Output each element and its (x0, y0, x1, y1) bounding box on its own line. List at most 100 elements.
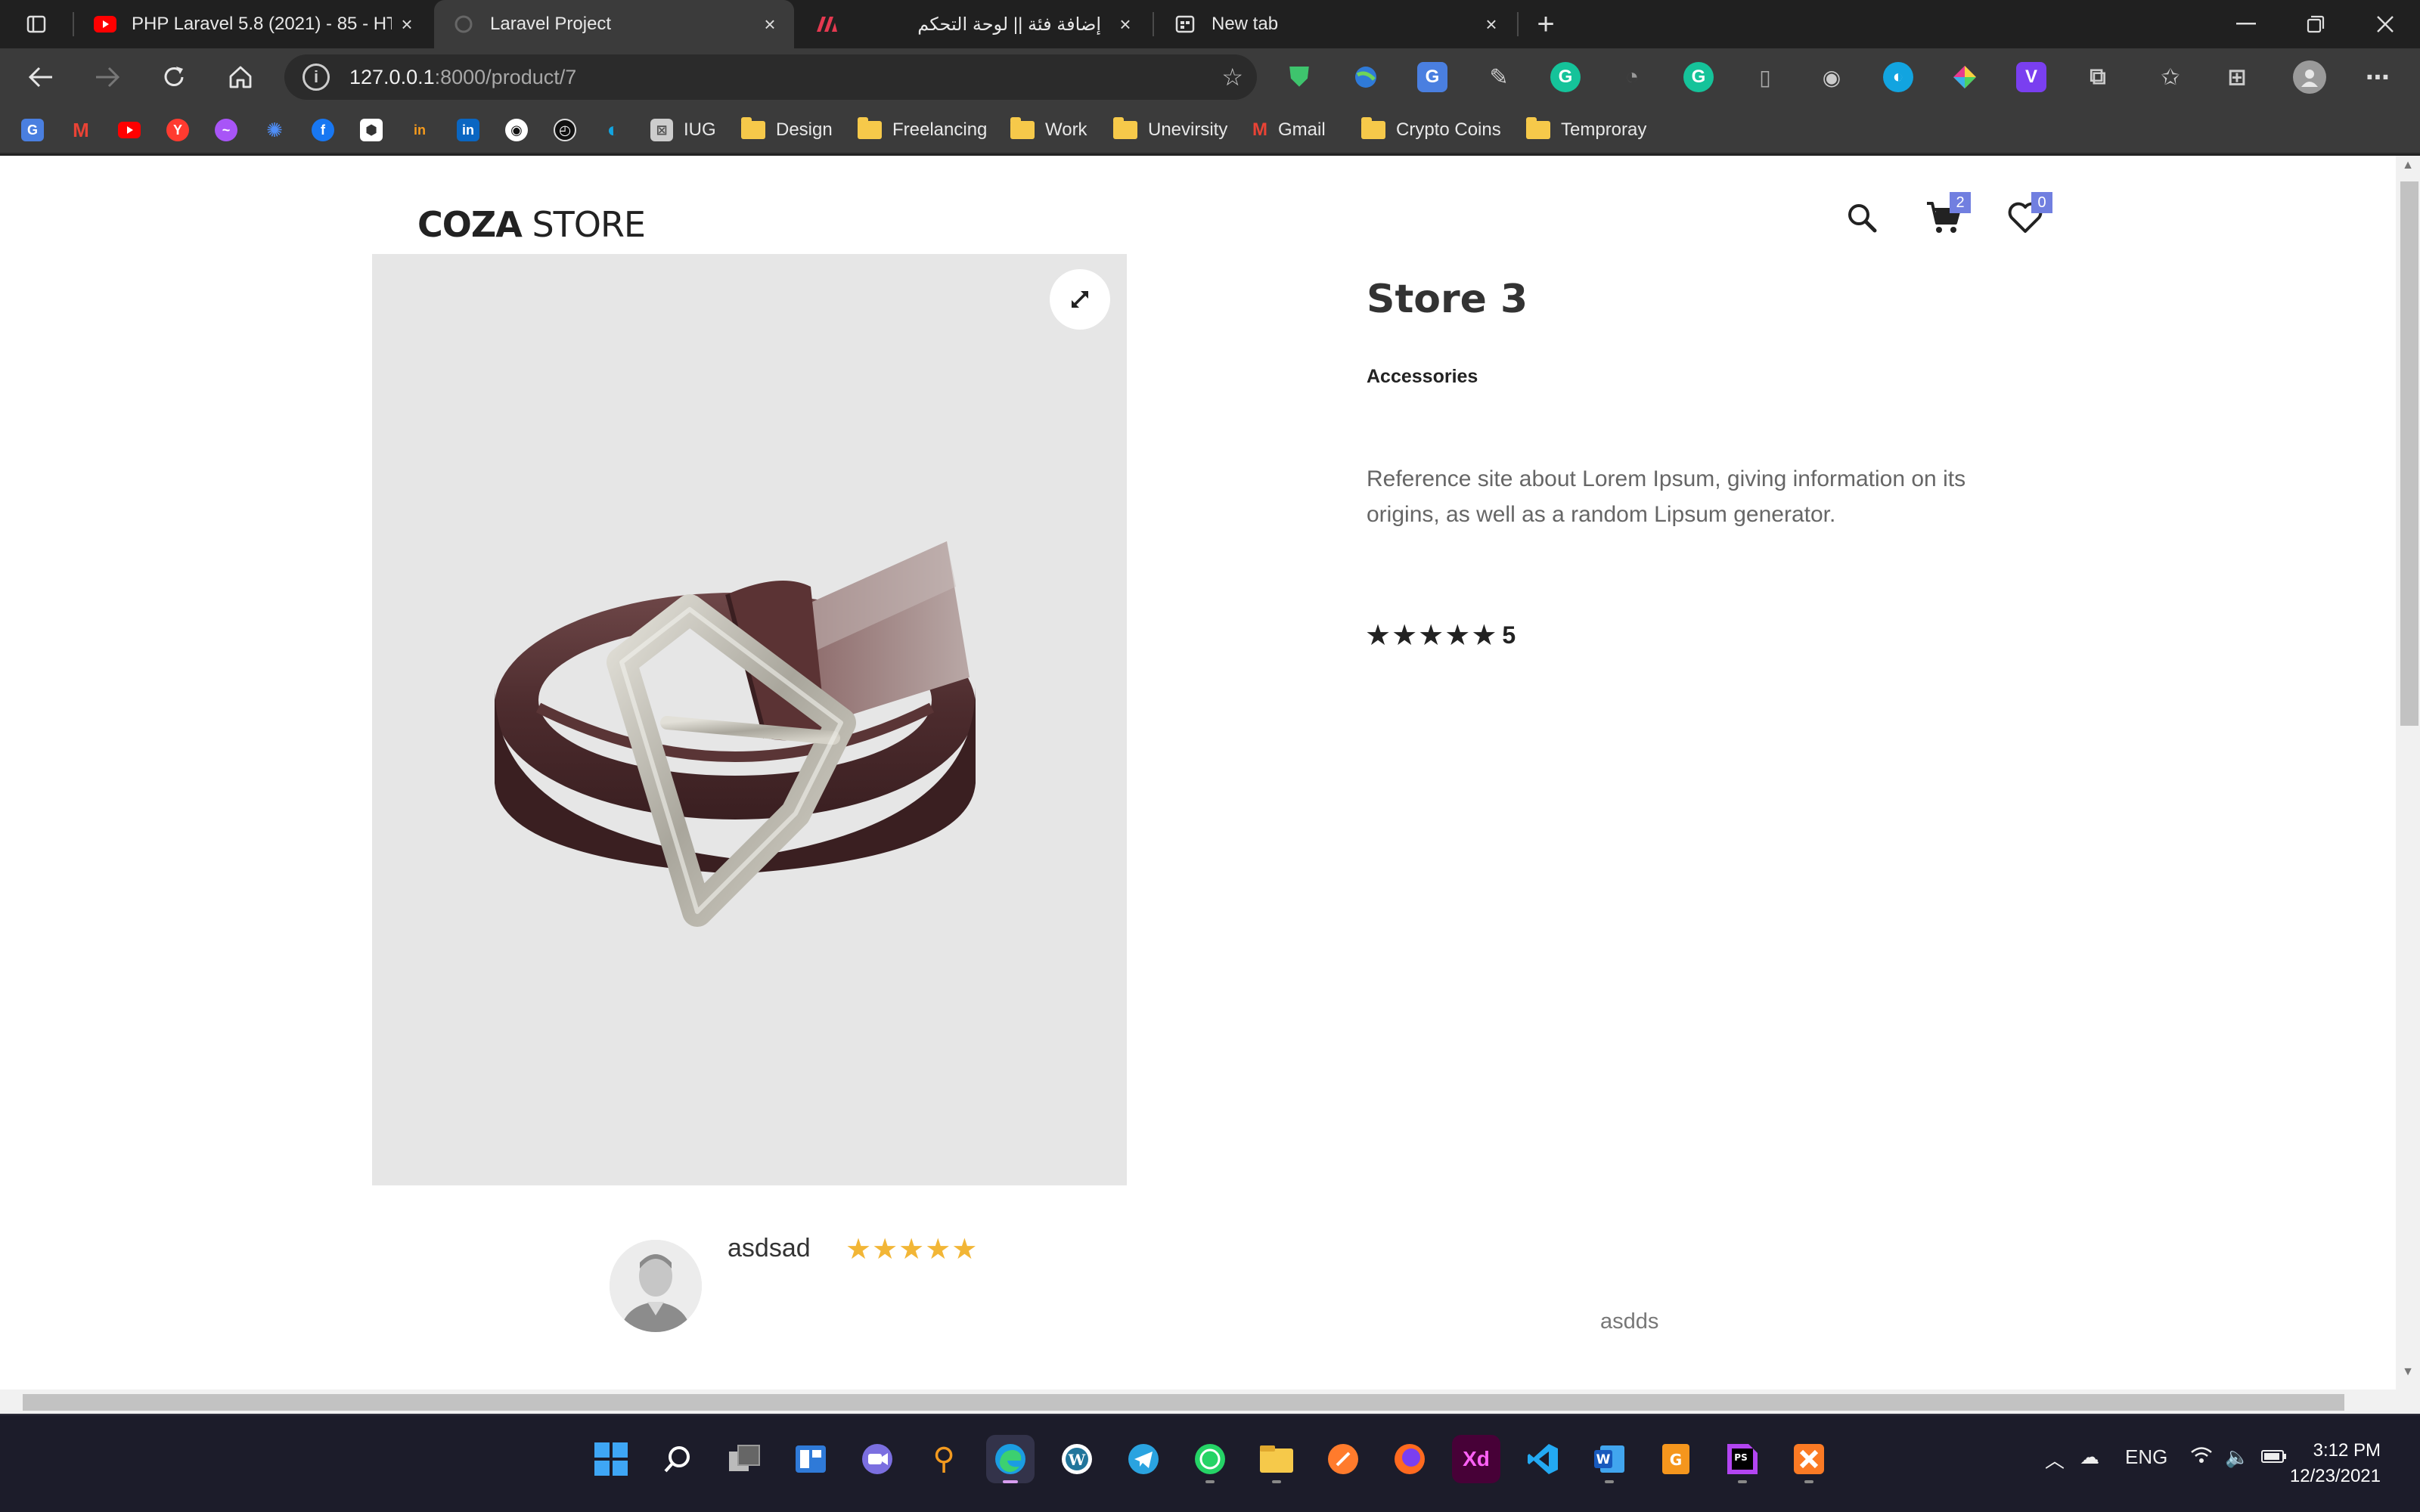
tab-actions-icon[interactable] (0, 0, 73, 48)
file-explorer-icon[interactable] (1252, 1435, 1301, 1483)
color-picker-extension-icon[interactable] (1950, 62, 1980, 92)
bookmark-folder-design[interactable]: Design (741, 116, 833, 144)
tab-dashboard[interactable]: إضافة فئة || لوحة التحكم × (797, 0, 1150, 48)
browser-toolbar: i 127.0.0.1:8000/product/7 ☆ ⛊ G ✎ G ◔ G… (0, 48, 2420, 106)
wishlist-button[interactable]: 0 (2003, 192, 2052, 240)
bookmark-iug[interactable]: ⊠ IUG (650, 116, 716, 144)
v-extension-icon[interactable]: V (2016, 62, 2046, 92)
facebook-bookmark-icon[interactable]: f (312, 119, 334, 141)
folder-icon (1526, 117, 1550, 139)
in-bookmark-icon[interactable]: in (408, 119, 431, 141)
tab-youtube[interactable]: PHP Laravel 5.8 (2021) - 85 - HTI × (76, 0, 431, 48)
gauge-bookmark-icon[interactable]: ◴ (554, 119, 576, 141)
onedrive-icon[interactable]: ☁ (2080, 1445, 2099, 1469)
pdf-tool-icon[interactable]: G (1652, 1435, 1700, 1483)
mouse-extension-icon-2[interactable]: ▯ (1750, 62, 1780, 92)
horizontal-scrollbar[interactable] (0, 1390, 2396, 1414)
widgets-icon[interactable] (786, 1435, 835, 1483)
more-menu-icon[interactable]: ⋯ (2363, 62, 2393, 92)
tab-laravel-project[interactable]: Laravel Project × (434, 0, 794, 48)
battery-icon[interactable] (2261, 1445, 2287, 1469)
app-bookmark-icon[interactable]: ⬢ (360, 119, 383, 141)
review-text: asdds (1600, 1309, 1659, 1334)
pen-extension-icon[interactable]: ✎ (1484, 62, 1514, 92)
collections-icon[interactable]: ⊞ (2222, 62, 2252, 92)
home-icon[interactable] (219, 56, 262, 98)
globe-extension-icon[interactable] (1351, 62, 1381, 92)
firefox-icon[interactable] (1385, 1435, 1434, 1483)
tab-new-tab[interactable]: New tab × (1156, 0, 1516, 48)
leather-belt-image (494, 541, 976, 927)
vscode-icon[interactable] (1519, 1435, 1567, 1483)
telegram-icon[interactable] (1119, 1435, 1168, 1483)
close-tab-icon[interactable]: × (1476, 13, 1506, 36)
new-tab-button[interactable]: + (1522, 0, 1570, 48)
review-username: asdsad (728, 1234, 811, 1263)
close-tab-icon[interactable]: × (1110, 13, 1140, 36)
volume-icon[interactable]: 🔈 (2225, 1445, 2249, 1469)
magnifier-app-icon[interactable]: ⚲ (920, 1435, 968, 1483)
address-bar[interactable]: i 127.0.0.1:8000/product/7 ☆ (284, 54, 1257, 100)
start-icon[interactable] (587, 1435, 635, 1483)
scrollbar-thumb[interactable] (2400, 181, 2418, 726)
messenger-bookmark-icon[interactable]: ~ (215, 119, 237, 141)
close-tab-icon[interactable]: × (392, 13, 422, 36)
back-icon[interactable] (20, 56, 62, 98)
vertical-scrollbar[interactable]: ▲ ▼ (2396, 156, 2420, 1414)
linkedin-bookmark-icon[interactable]: in (457, 119, 479, 141)
edge-taskbar-icon[interactable] (986, 1435, 1035, 1483)
mouse-extension-icon[interactable]: ◔ (1617, 62, 1647, 92)
leaf-extension-icon[interactable]: ◐ (1883, 62, 1913, 92)
yandex-bookmark-icon[interactable]: Y (166, 119, 189, 141)
teams-chat-icon[interactable] (853, 1435, 901, 1483)
translate-bookmark-icon[interactable]: G (21, 119, 44, 141)
grammarly-extension-icon[interactable]: G (1550, 62, 1581, 92)
wordpress-icon[interactable]: W (1053, 1435, 1101, 1483)
scroll-down-icon[interactable]: ▼ (2396, 1365, 2420, 1387)
xampp-icon[interactable] (1785, 1435, 1833, 1483)
scrollbar-thumb[interactable] (23, 1394, 2344, 1411)
bookmark-folder-unevirsity[interactable]: Unevirsity (1113, 116, 1227, 144)
show-hidden-icons[interactable]: ︿ (2045, 1445, 2065, 1473)
minimize-icon[interactable] (2211, 0, 2281, 48)
shield-extension-icon[interactable]: ⛊ (1284, 62, 1314, 92)
scroll-up-icon[interactable]: ▲ (2396, 159, 2420, 180)
close-window-icon[interactable] (2350, 0, 2420, 48)
language-indicator[interactable]: ENG (2125, 1445, 2167, 1469)
grammarly-extension-icon-2[interactable]: G (1683, 62, 1714, 92)
system-clock[interactable]: 3:12 PM 12/23/2021 (2290, 1438, 2381, 1489)
forward-icon[interactable] (86, 56, 129, 98)
youtube-bookmark-icon[interactable] (118, 119, 141, 141)
search-taskbar-icon[interactable] (653, 1435, 702, 1483)
bookmark-folder-work[interactable]: Work (1010, 116, 1087, 144)
restore-icon[interactable] (2281, 0, 2350, 48)
task-view-icon[interactable] (720, 1435, 768, 1483)
bookmark-folder-crypto-coins[interactable]: Crypto Coins (1361, 116, 1501, 144)
word-icon[interactable]: W (1585, 1435, 1634, 1483)
phpstorm-icon[interactable]: PS (1718, 1435, 1767, 1483)
bookmark-gmail[interactable]: M Gmail (1252, 116, 1326, 144)
gmail-bookmark-icon[interactable]: M (70, 119, 92, 141)
edge-bookmark-icon[interactable]: ◐ (602, 118, 625, 141)
bookmark-folder-temproray[interactable]: Temproray (1526, 116, 1646, 144)
store-logo[interactable]: COZA STORE (417, 204, 646, 245)
pen-app-icon[interactable] (1319, 1435, 1367, 1483)
refresh-icon[interactable] (153, 56, 195, 98)
search-icon[interactable] (1839, 195, 1885, 240)
wifi-icon[interactable] (2190, 1445, 2213, 1469)
bookmark-folder-freelancing[interactable]: Freelancing (858, 116, 987, 144)
cart-button[interactable]: 2 (1921, 192, 1971, 240)
profile-avatar-icon[interactable] (2293, 60, 2326, 94)
translate-extension-icon[interactable]: G (1417, 62, 1447, 92)
whatsapp-icon[interactable] (1186, 1435, 1234, 1483)
camera-extension-icon[interactable]: ◉ (1817, 62, 1847, 92)
bug-bookmark-icon[interactable]: ✺ (263, 119, 286, 141)
expand-image-button[interactable] (1050, 269, 1110, 330)
site-info-icon[interactable]: i (302, 64, 330, 91)
close-tab-icon[interactable]: × (755, 13, 785, 36)
favorites-icon[interactable]: ✩ (2155, 62, 2186, 92)
add-favorite-icon[interactable]: ☆ (1221, 63, 1243, 91)
adobe-xd-icon[interactable]: Xd (1452, 1435, 1500, 1483)
extensions-icon[interactable]: ⧉ (2083, 62, 2113, 92)
github-bookmark-icon[interactable]: ◉ (505, 119, 528, 141)
